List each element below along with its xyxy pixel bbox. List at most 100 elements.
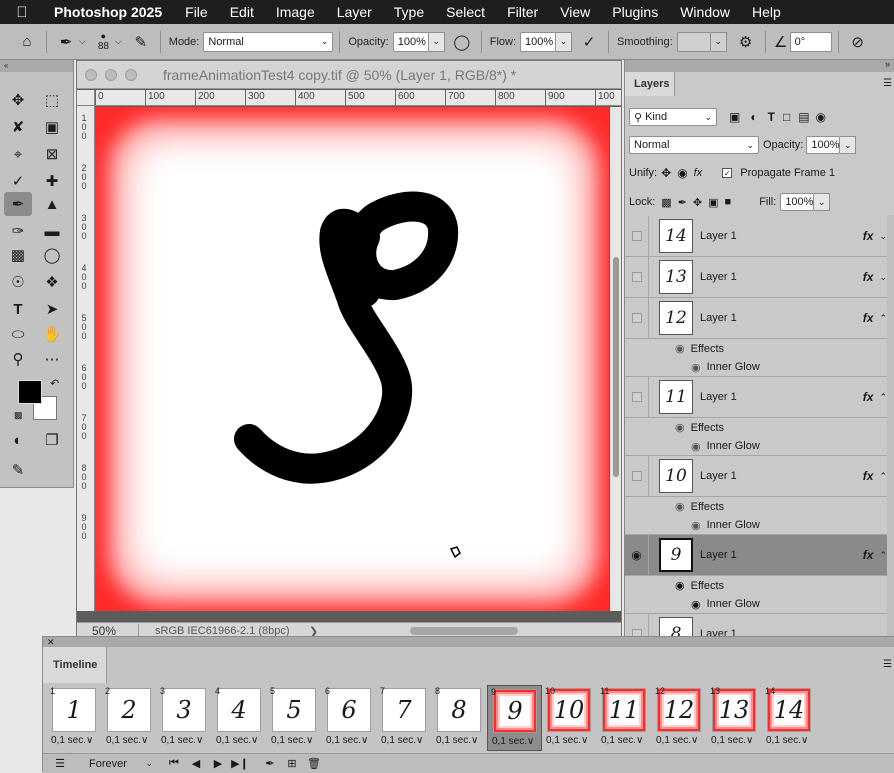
timeline-frame[interactable]: 12 12 0,1 sec.∨ [652,685,707,751]
tween-icon[interactable]: ✒ [259,757,281,770]
clone-stamp-tool-icon[interactable]: ▲ [38,192,66,216]
tools-panel-grip[interactable]: « [0,60,73,72]
lasso-tool-icon[interactable]: ✘ [4,115,32,139]
chevron-up-icon[interactable]: ⌃ [879,313,887,324]
timeline-frame[interactable]: 5 5 0,1 sec.∨ [267,685,322,751]
visibility-toggle[interactable] [625,256,649,298]
timeline-frame[interactable]: 8 8 0,1 sec.∨ [432,685,487,751]
first-frame-icon[interactable]: ⏮ [163,757,185,770]
chevron-down-icon[interactable]: ⌄ [879,231,887,242]
crop-tool-icon[interactable]: ⌖ [4,142,32,166]
menu-type[interactable]: Type [383,0,435,24]
maximize-window-button[interactable] [125,68,137,81]
inner-glow-row[interactable]: ◉ Inner Glow [625,516,887,535]
smoothing-dropdown[interactable]: ⌄ [710,31,727,52]
edit-toolbar-icon[interactable]: ✎ [4,458,32,482]
image-filter-icon[interactable]: ▣ [729,110,740,124]
frame-delay-select[interactable]: 0,1 sec.∨ [381,735,423,746]
frame-delay-select[interactable]: 0,1 sec.∨ [711,735,753,746]
layer-fx-icon[interactable]: fx [863,548,874,562]
shape-filter-icon[interactable]: □ [783,110,790,124]
chevron-down-icon[interactable]: ⌵ [115,36,122,47]
visibility-toggle[interactable]: ◉ [625,534,649,576]
panel-grip[interactable]: » [625,60,894,72]
frame-delay-select[interactable]: 0,1 sec.∨ [656,735,698,746]
pressure-opacity-icon[interactable]: ◯ [449,29,475,55]
delete-frame-icon[interactable]: 🗑 [303,757,325,770]
opacity-dropdown[interactable]: ⌄ [428,31,445,52]
flow-input[interactable]: 100% [520,31,556,52]
adjustment-filter-icon[interactable]: ◐ [750,110,757,124]
timeline-frame[interactable]: 10 10 0,1 sec.∨ [542,685,597,751]
gradient-tool-icon[interactable]: ▩ [4,243,32,267]
layer-name[interactable]: Layer 1 [700,271,863,283]
tab-layers[interactable]: Layers [625,72,675,96]
timeline-frame[interactable]: 13 13 0,1 sec.∨ [707,685,762,751]
brush-settings-icon[interactable]: ✎ [128,29,154,55]
lock-artboard-icon[interactable]: ▣ [708,196,718,209]
gear-icon[interactable]: ⚙ [733,29,759,55]
eye-icon[interactable]: ◉ [675,342,685,355]
frame-delay-select[interactable]: 0,1 sec.∨ [326,735,368,746]
inner-glow-row[interactable]: ◉ Inner Glow [625,595,887,614]
propagate-checkbox[interactable]: ✓ [722,168,733,178]
layer-fx-icon[interactable]: fx [863,311,874,325]
lock-all-icon[interactable]: ■ [725,196,732,208]
tab-timeline[interactable]: Timeline [43,647,107,683]
menu-file[interactable]: File [174,0,219,24]
timeline-frame[interactable]: 11 11 0,1 sec.∨ [597,685,652,751]
object-select-tool-icon[interactable]: ▣ [38,115,66,139]
unify-visibility-icon[interactable]: ◉ [677,166,687,180]
filter-toggle-icon[interactable]: ◉ [816,110,826,124]
eye-icon[interactable]: ◉ [675,500,685,513]
timeline-frame[interactable]: 9 9 0,1 sec.∨ [487,685,542,751]
brush-preset-picker[interactable]: ● 88 [98,31,109,52]
play-icon[interactable]: ▶ [207,757,229,770]
eyedropper-tool-icon[interactable]: ✓ [4,169,32,193]
ellipse-tool-icon[interactable]: ⬭ [4,322,32,346]
timeline-frame[interactable]: 6 6 0,1 sec.∨ [322,685,377,751]
layer-opacity-dropdown[interactable]: ⌄ [840,136,857,154]
effects-row[interactable]: ◉ Effects [625,576,887,595]
scroll-thumb[interactable] [613,257,619,477]
effects-row[interactable]: ◉ Effects [625,497,887,516]
lock-transparent-icon[interactable]: ▩ [661,196,671,209]
apple-icon[interactable]:  [0,4,44,21]
horizontal-scroll-thumb[interactable] [410,627,518,635]
more-tools-icon[interactable]: ⋯ [38,347,66,371]
visibility-toggle[interactable] [625,215,649,257]
layer-name[interactable]: Layer 1 [700,549,863,561]
layer-row[interactable]: 12 Layer 1 fx ⌃ [625,297,887,339]
layers-scrollbar[interactable] [887,215,894,640]
eye-icon[interactable]: ◉ [691,519,701,532]
timeline-close-grip[interactable]: ✕ [43,637,894,647]
visibility-toggle[interactable] [625,455,649,497]
menu-help[interactable]: Help [741,0,792,24]
lock-position-icon[interactable]: ✥ [693,196,702,209]
eye-icon[interactable]: ◉ [691,361,701,374]
move-tool-icon[interactable]: ✥ [4,88,32,112]
effects-row[interactable]: ◉ Effects [625,339,887,358]
app-name-menu[interactable]: Photoshop 2025 [44,4,174,20]
menu-image[interactable]: Image [265,0,326,24]
menu-view[interactable]: View [549,0,601,24]
layer-fx-icon[interactable]: fx [863,229,874,243]
effects-row[interactable]: ◉ Effects [625,418,887,437]
type-filter-icon[interactable]: T [768,110,775,124]
next-frame-icon[interactable]: ▶❙ [229,757,251,770]
frame-delay-select[interactable]: 0,1 sec.∨ [492,736,534,747]
chevron-up-icon[interactable]: ⌃ [879,471,887,482]
frame-delay-select[interactable]: 0,1 sec.∨ [436,735,478,746]
vertical-scrollbar[interactable] [610,107,621,611]
screen-mode-icon[interactable]: ❐ [38,428,66,452]
pressure-size-icon[interactable]: ⊘ [845,29,871,55]
layer-name[interactable]: Layer 1 [700,230,863,242]
flow-dropdown[interactable]: ⌄ [556,31,572,52]
eraser-tool-icon[interactable]: ▬ [38,219,66,243]
smart-object-filter-icon[interactable]: ▤ [798,110,809,124]
timeline-frame[interactable]: 7 7 0,1 sec.∨ [377,685,432,751]
layer-row[interactable]: 11 Layer 1 fx ⌃ [625,376,887,418]
layer-fx-icon[interactable]: fx [863,390,874,404]
frame-tool-icon[interactable]: ⊠ [38,142,66,166]
filter-kind-select[interactable]: ⚲ Kind ⌄ [629,108,717,126]
